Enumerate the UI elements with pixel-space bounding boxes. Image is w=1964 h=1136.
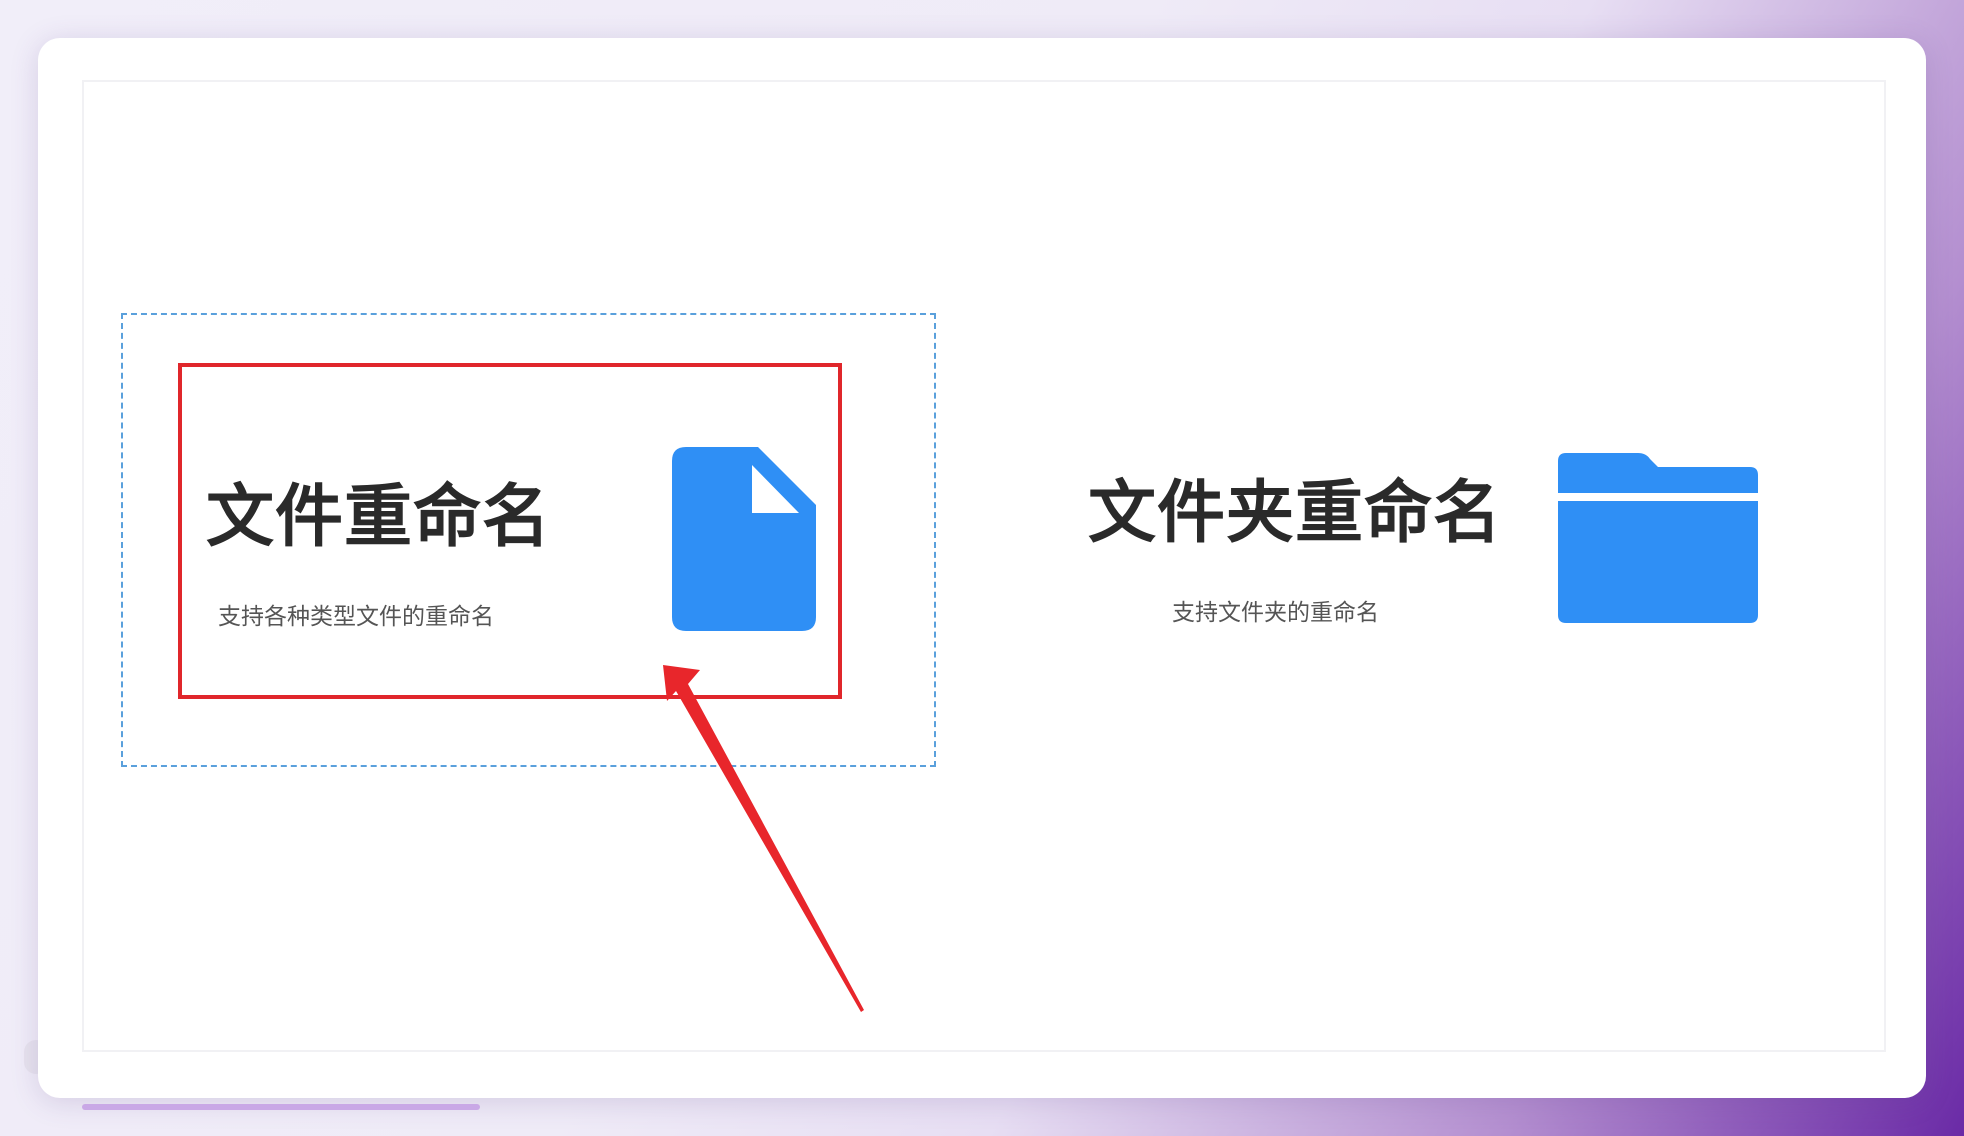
scrollbar-handle[interactable] [82,1104,480,1110]
folder-icon [1558,453,1758,623]
file-rename-card[interactable]: 文件重命名 支持各种类型文件的重命名 [178,363,842,699]
card-title: 文件夹重命名 [1088,474,1503,553]
card-title: 文件重命名 [206,478,552,557]
card-subtitle: 支持各种类型文件的重命名 [218,604,494,630]
card-subtitle: 支持文件夹的重命名 [1172,600,1379,626]
folder-rename-card[interactable]: 文件夹重命名 支持文件夹的重命名 [1060,363,1800,699]
file-icon [672,447,816,631]
